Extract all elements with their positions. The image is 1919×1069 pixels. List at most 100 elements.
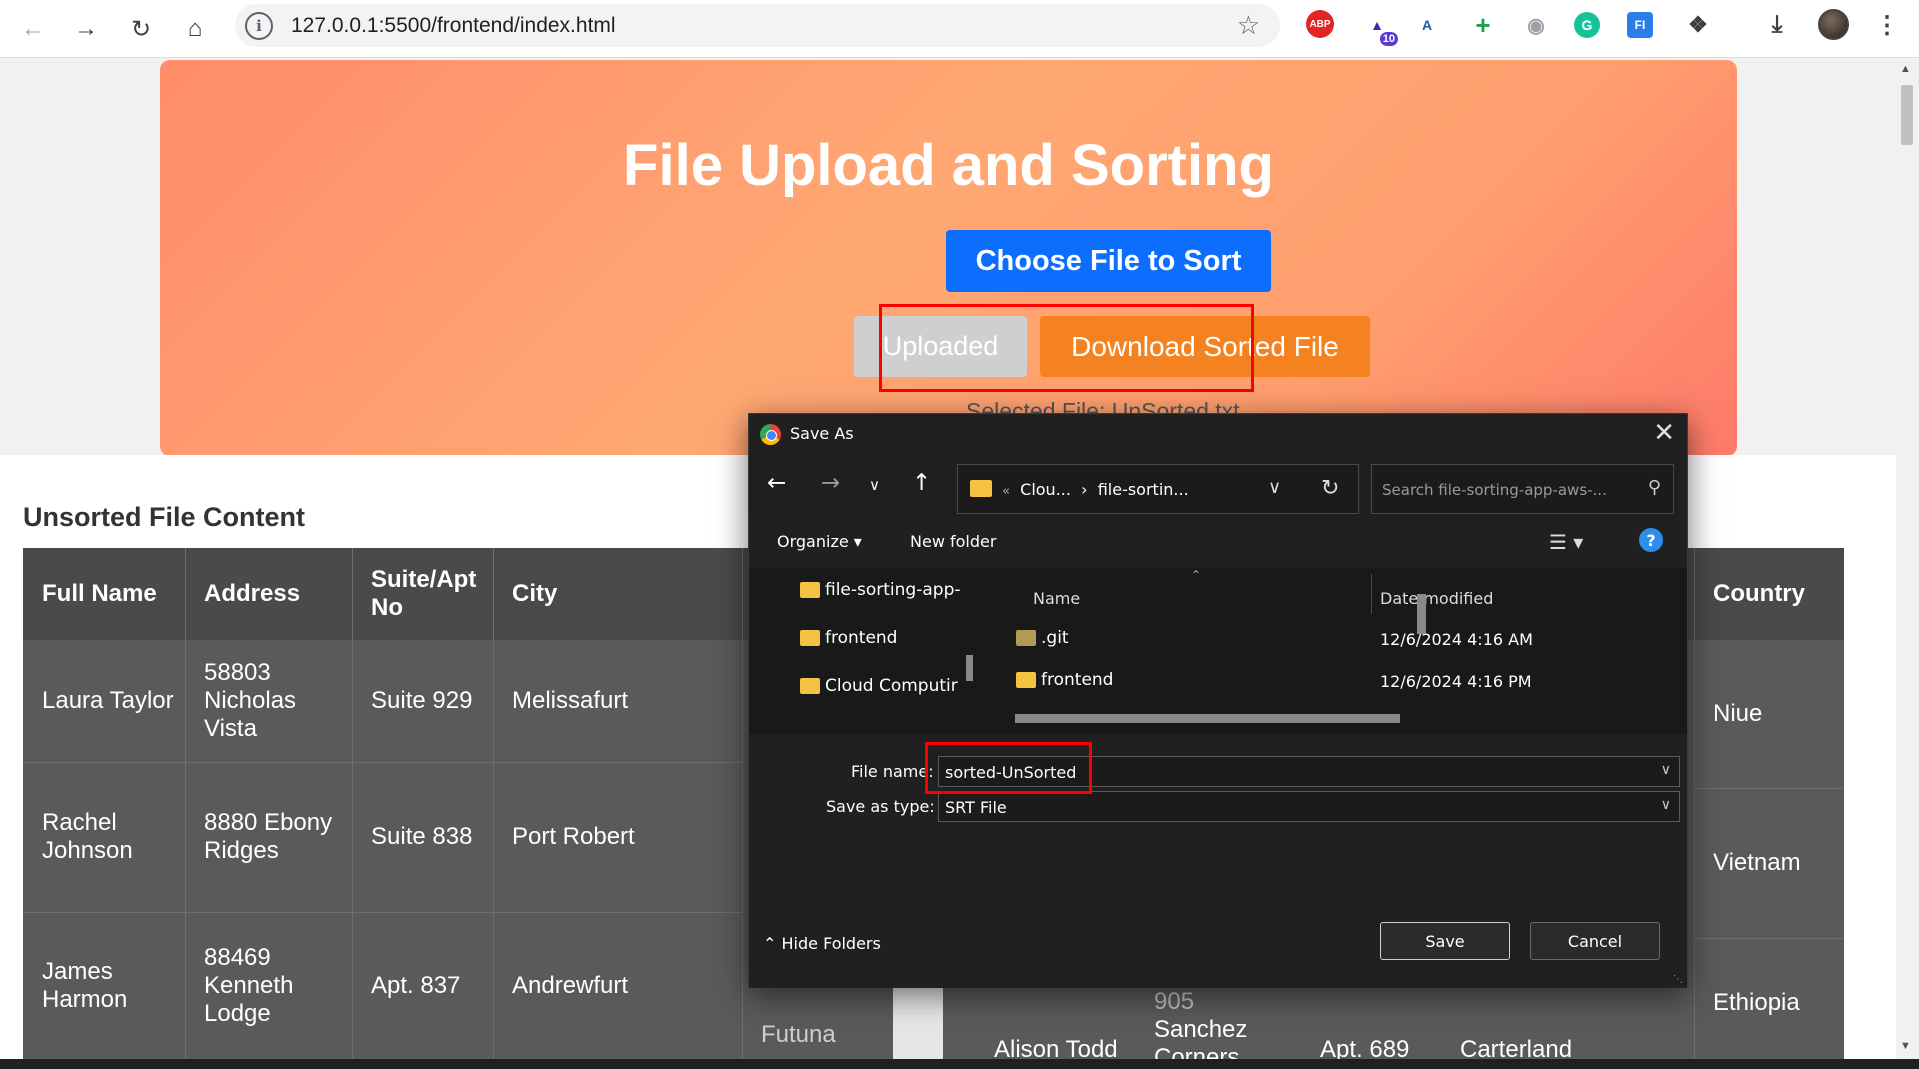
up-folder-icon[interactable]: ↑ xyxy=(912,470,931,496)
nav-item-folder[interactable]: file-sorting-app- xyxy=(800,580,976,600)
breadcrumb: « Clou... › file-sortin... xyxy=(1002,480,1189,499)
folder-icon xyxy=(1016,672,1036,688)
new-folder-button[interactable]: New folder xyxy=(910,532,996,551)
chevron-down-icon[interactable]: ∨ xyxy=(1661,797,1671,813)
close-icon[interactable]: ✕ xyxy=(1653,418,1675,448)
address-bar[interactable]: i 127.0.0.1:5500/frontend/index.html ☆ xyxy=(235,4,1280,47)
cell-suite: Suite 838 xyxy=(371,823,473,850)
profile-avatar[interactable] xyxy=(1818,9,1849,40)
cell-full-name: James Harmon xyxy=(42,958,128,1013)
cell-suite: Suite 929 xyxy=(371,687,473,714)
back-icon[interactable]: ← xyxy=(767,470,786,496)
font-extension-icon[interactable]: A xyxy=(1410,8,1444,42)
grammarly-icon[interactable]: G xyxy=(1574,12,1600,38)
cell-full-name: Alison Todd xyxy=(994,1036,1118,1059)
cell-suite: Apt. 837 xyxy=(371,972,461,999)
back-icon[interactable]: ← xyxy=(13,9,53,49)
choose-file-button[interactable]: Choose File to Sort xyxy=(946,230,1271,292)
file-date: 12/6/2024 4:16 AM xyxy=(1380,630,1533,649)
cell-suite: Apt. 689 xyxy=(1320,1036,1410,1059)
camera-extension-icon[interactable]: ◉ xyxy=(1519,8,1553,42)
breadcrumb-item[interactable]: file-sortin... xyxy=(1098,480,1189,499)
column-header-name[interactable]: Name xyxy=(1033,589,1080,608)
url-text[interactable]: 127.0.0.1:5500/frontend/index.html xyxy=(291,14,616,38)
cell-address-top: 905 xyxy=(1154,988,1195,1015)
download-icon[interactable]: ⤓ xyxy=(1760,8,1794,42)
cell-address: 8880 Ebony Ridges xyxy=(204,809,333,864)
extension-badge-icon[interactable]: ▲ 10 xyxy=(1360,8,1398,46)
forward-icon[interactable]: → xyxy=(66,9,106,49)
header-full-name: Full Name xyxy=(42,580,157,607)
file-date: 12/6/2024 4:16 PM xyxy=(1380,672,1532,691)
plus-extension-icon[interactable]: + xyxy=(1466,8,1500,42)
section-title: Unsorted File Content xyxy=(23,502,305,532)
navigation-pane: file-sorting-app- frontend Cloud Computi… xyxy=(749,568,983,734)
save-as-dialog: Save As ✕ ← → ∨ ↑ « Clou... › file-sorti… xyxy=(748,413,1688,988)
breadcrumb-separator: › xyxy=(1081,480,1088,499)
dialog-toolbar: ← → ∨ ↑ « Clou... › file-sortin... ∨ ↻ S… xyxy=(749,454,1687,516)
file-list: ⌃ Name Date modified .git 12/6/2024 4:16… xyxy=(991,568,1689,734)
cell-city: Port Robert xyxy=(512,823,635,850)
browser-toolbar: ← → ↻ ⌂ i 127.0.0.1:5500/frontend/index.… xyxy=(0,0,1919,58)
reload-icon[interactable]: ↻ xyxy=(121,9,161,49)
fi-extension-icon[interactable]: FI xyxy=(1627,12,1653,38)
browse-panes: file-sorting-app- frontend Cloud Computi… xyxy=(749,568,1687,734)
cell-city: Melissafurt xyxy=(512,687,629,714)
save-fields: File name: sorted-UnSorted ∨ Save as typ… xyxy=(749,734,1687,988)
chevron-down-icon[interactable]: ∨ xyxy=(1268,477,1281,498)
adblock-icon[interactable]: ABP xyxy=(1306,10,1334,38)
cell-partial: Futuna xyxy=(761,1021,836,1048)
save-button[interactable]: Save xyxy=(1380,922,1510,960)
cancel-button[interactable]: Cancel xyxy=(1530,922,1660,960)
forward-icon[interactable]: → xyxy=(821,470,840,496)
folder-icon xyxy=(800,678,820,694)
site-info-icon[interactable]: i xyxy=(245,11,273,40)
resize-grip-icon[interactable]: ⋱ xyxy=(1673,974,1683,985)
header-suite: Suite/Apt No xyxy=(371,566,477,621)
refresh-icon[interactable]: ↻ xyxy=(1321,476,1339,501)
bookmark-star-icon[interactable]: ☆ xyxy=(1237,10,1260,41)
file-list-vertical-scrollbar[interactable] xyxy=(1417,594,1426,634)
nav-item-folder[interactable]: Cloud Computir xyxy=(800,676,976,696)
search-box[interactable]: Search file-sorting-app-aws-... ⚲ xyxy=(1371,464,1674,514)
nav-scrollbar[interactable] xyxy=(966,655,973,681)
dialog-titlebar: Save As ✕ xyxy=(749,414,1687,454)
home-icon[interactable]: ⌂ xyxy=(175,9,215,49)
folder-icon xyxy=(1016,630,1036,646)
breadcrumb-overflow[interactable]: « xyxy=(1002,484,1010,499)
hide-folders-button[interactable]: ⌃ Hide Folders xyxy=(763,934,881,953)
search-icon: ⚲ xyxy=(1647,477,1661,498)
highlight-box-download xyxy=(879,304,1254,392)
view-options-icon[interactable]: ☰ ▾ xyxy=(1549,530,1583,554)
sort-ascending-icon: ⌃ xyxy=(1191,568,1202,582)
page-scrollbar[interactable]: ▲ ▼ xyxy=(1896,59,1919,1059)
cell-country: Ethiopia xyxy=(1713,989,1800,1016)
cell-country: Niue xyxy=(1713,700,1763,727)
scroll-down-icon[interactable]: ▼ xyxy=(1900,1040,1911,1052)
chevron-down-icon[interactable]: ∨ xyxy=(1661,762,1671,778)
cell-country: Vietnam xyxy=(1713,849,1801,876)
nav-item-folder[interactable]: frontend xyxy=(800,628,976,648)
page-title: File Upload and Sorting xyxy=(623,133,1274,198)
puzzle-extensions-icon[interactable]: ❖ xyxy=(1681,8,1715,42)
file-list-horizontal-scrollbar[interactable] xyxy=(1015,714,1400,723)
path-bar[interactable]: « Clou... › file-sortin... ∨ ↻ xyxy=(957,464,1359,514)
column-header-date[interactable]: Date modified xyxy=(1380,589,1493,608)
column-separator xyxy=(1371,574,1372,614)
save-type-label: Save as type: xyxy=(826,797,935,816)
hero-banner: File Upload and Sorting Choose File to S… xyxy=(160,60,1737,456)
save-type-select[interactable]: SRT File ∨ xyxy=(938,791,1680,822)
folder-icon xyxy=(970,480,992,497)
header-address: Address xyxy=(204,580,301,607)
cell-full-name: Rachel Johnson xyxy=(42,809,133,864)
recent-locations-chevron-icon[interactable]: ∨ xyxy=(869,476,880,494)
help-icon[interactable]: ? xyxy=(1639,528,1663,552)
folder-icon xyxy=(800,582,820,598)
table-gap xyxy=(893,988,943,1059)
scroll-up-icon[interactable]: ▲ xyxy=(1900,63,1911,75)
breadcrumb-item[interactable]: Clou... xyxy=(1020,480,1071,499)
file-name-label: File name: xyxy=(851,762,934,781)
scroll-thumb[interactable] xyxy=(1901,85,1913,145)
organize-button[interactable]: Organize ▾ xyxy=(777,532,862,551)
more-menu-icon[interactable]: ⋮ xyxy=(1870,8,1904,42)
